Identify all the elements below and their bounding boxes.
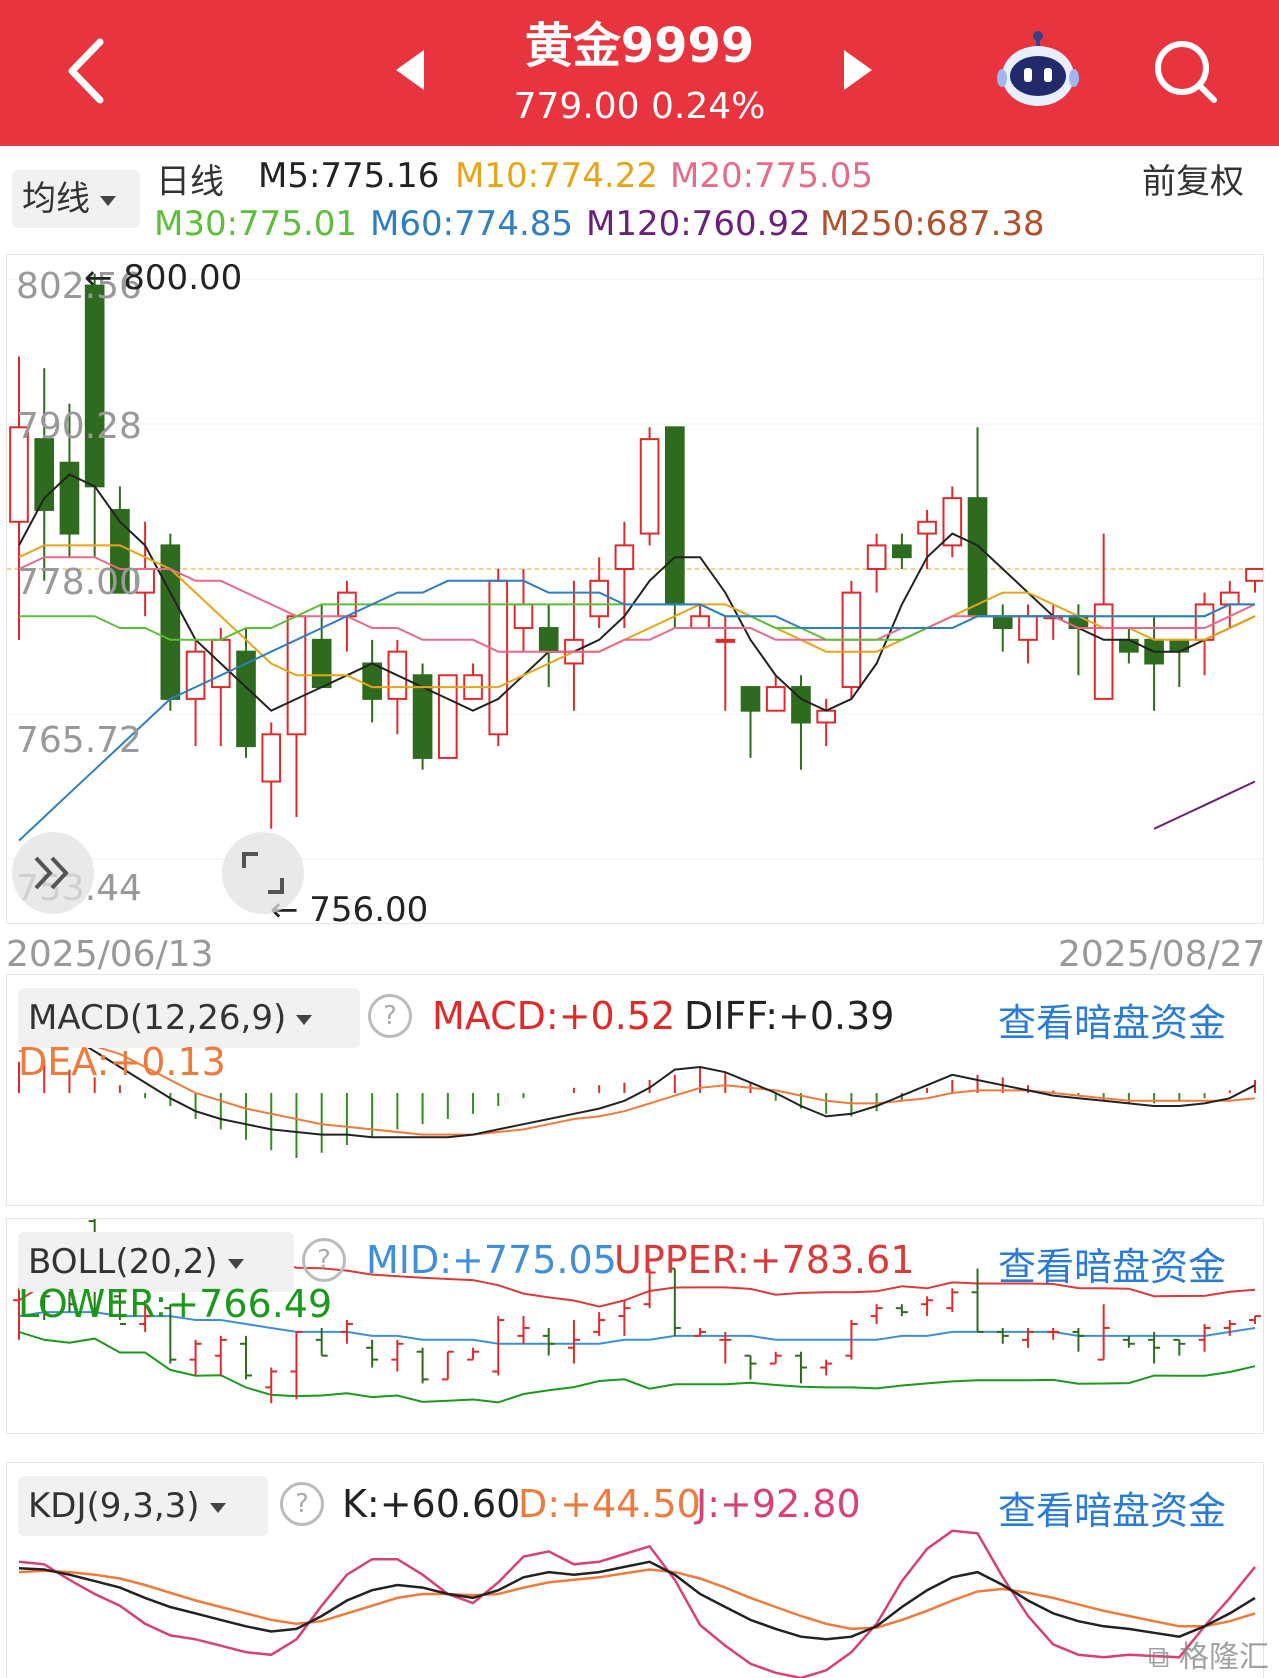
kdj-k-line <box>18 1560 1256 1641</box>
ma-type-selector[interactable]: 均线 <box>12 170 140 228</box>
candle <box>1194 603 1215 641</box>
search-icon <box>1155 41 1217 103</box>
high-marker-value: 800.00 <box>123 258 243 298</box>
period-label[interactable]: 日线 <box>156 154 224 203</box>
y-tick-label: 790.28 <box>16 406 142 447</box>
kline-chart-panel[interactable] <box>6 254 1264 924</box>
diff-value: DIFF:+0.39 <box>684 994 895 1038</box>
triangle-right-icon <box>844 50 872 90</box>
candle <box>665 426 685 606</box>
kdj-j-value: J:+92.80 <box>696 1482 861 1526</box>
macd-value: MACD:+0.52 <box>432 994 676 1038</box>
candle <box>866 544 887 571</box>
candle <box>1018 615 1038 641</box>
candle <box>614 544 635 571</box>
boll-lower-value: LOWER:+766.49 <box>18 1282 333 1326</box>
boll-mid-value: MID:+775.05 <box>366 1238 617 1282</box>
ma-line-m120 <box>1153 780 1256 830</box>
kdj-d-value: D:+44.50 <box>518 1482 701 1526</box>
boll-lower-line <box>18 1330 1256 1404</box>
boll-upper-value: UPPER:+783.61 <box>614 1238 915 1282</box>
kdj-selector-label: KDJ(9,3,3) <box>28 1486 200 1526</box>
search-button[interactable] <box>1150 36 1220 106</box>
candle <box>513 603 534 630</box>
help-icon[interactable]: ? <box>280 1482 324 1526</box>
y-tick-label: 765.72 <box>16 720 142 761</box>
dea-value: DEA:+0.13 <box>18 1040 226 1084</box>
candle <box>1245 568 1263 582</box>
y-tick-label: 778.00 <box>16 562 142 603</box>
dark-pool-link[interactable]: 查看暗盘资金 <box>998 1236 1226 1291</box>
kdj-k-value: K:+60.60 <box>342 1482 521 1526</box>
adjust-mode[interactable]: 前复权 <box>1142 154 1244 203</box>
candle <box>362 662 382 700</box>
help-icon[interactable]: ? <box>368 994 412 1038</box>
dropdown-arrow-icon <box>100 195 116 206</box>
candle <box>59 461 80 535</box>
dark-pool-link[interactable]: 查看暗盘资金 <box>998 1480 1226 1535</box>
price-change: 779.00 0.24% <box>513 86 766 127</box>
left-arrow-icon: ← <box>84 258 124 298</box>
ma20-value: M20:775.05 <box>670 156 874 196</box>
robot-assistant-icon <box>997 31 1079 106</box>
high-marker-label: ← 800.00 <box>84 258 242 298</box>
zoom-toggle-button[interactable] <box>12 832 94 914</box>
candle <box>261 733 282 783</box>
kline-chart[interactable] <box>7 255 1263 923</box>
low-marker-value: 756.00 <box>309 890 429 930</box>
dropdown-arrow-icon <box>227 1258 244 1269</box>
candle <box>992 615 1013 630</box>
watermark-text: 格隆汇 <box>1178 1640 1269 1675</box>
candle <box>1219 591 1240 606</box>
double-chevron-right-icon <box>34 856 69 890</box>
candle <box>917 520 937 535</box>
ma5-value: M5:775.16 <box>258 156 440 196</box>
date-end: 2025/08/27 <box>1058 934 1266 975</box>
next-stock-button[interactable] <box>840 48 876 92</box>
watermark-logo-icon: ⧉ <box>1148 1640 1170 1675</box>
ma250-value: M250:687.38 <box>820 204 1045 244</box>
candle <box>639 438 660 535</box>
candle <box>589 579 609 618</box>
ma-type-label: 均线 <box>22 179 90 219</box>
page-title: 黄金9999 <box>524 18 755 74</box>
candle <box>84 284 105 488</box>
dropdown-arrow-icon <box>296 1014 313 1025</box>
boll-selector-label: BOLL(20,2) <box>28 1242 218 1282</box>
macd-selector-label: MACD(12,26,9) <box>28 998 287 1038</box>
kdj-d-line <box>18 1568 1256 1631</box>
ma30-value: M30:775.01 <box>154 204 358 244</box>
candle <box>311 638 332 689</box>
fullscreen-corner-icon <box>242 852 284 894</box>
ma10-value: M10:774.22 <box>455 156 659 196</box>
top-bar: 黄金9999 779.00 0.24% <box>0 0 1279 146</box>
candle <box>715 638 736 643</box>
dropdown-arrow-icon <box>209 1502 226 1513</box>
kdj-j-line <box>18 1529 1256 1678</box>
dark-pool-link[interactable]: 查看暗盘资金 <box>998 992 1226 1047</box>
candle <box>967 497 988 618</box>
candle <box>765 686 786 712</box>
candle <box>892 544 912 559</box>
candle <box>1093 603 1114 700</box>
candle <box>185 650 206 700</box>
candle <box>740 686 761 712</box>
candle <box>690 615 710 630</box>
macd-selector[interactable]: MACD(12,26,9) <box>18 988 360 1048</box>
watermark: ⧉ 格隆汇 <box>1148 1632 1269 1676</box>
candle <box>816 709 837 724</box>
kdj-selector[interactable]: KDJ(9,3,3) <box>18 1476 268 1536</box>
fullscreen-button[interactable] <box>222 832 304 914</box>
help-icon[interactable]: ? <box>302 1238 346 1282</box>
candle <box>538 627 559 653</box>
ai-assistant-button[interactable] <box>996 28 1080 112</box>
date-start: 2025/06/13 <box>6 934 214 975</box>
ma60-value: M60:774.85 <box>370 204 574 244</box>
ma120-value: M120:760.92 <box>586 204 811 244</box>
